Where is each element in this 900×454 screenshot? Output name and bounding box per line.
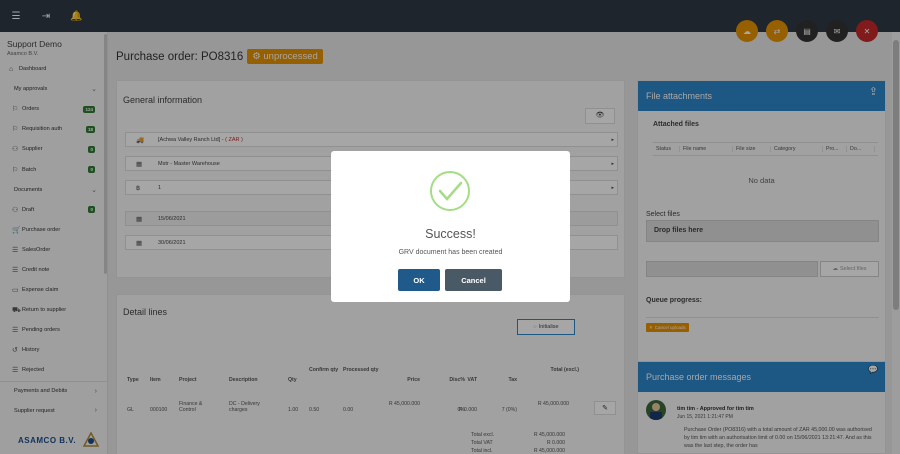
ok-button[interactable]: OK [398,269,440,291]
dialog-message: GRV document has been created [398,249,503,256]
success-check-icon [430,171,470,211]
success-dialog: Success! GRV document has been created O… [331,151,570,302]
dialog-title: Success! [425,227,476,241]
cancel-button[interactable]: Cancel [445,269,502,291]
